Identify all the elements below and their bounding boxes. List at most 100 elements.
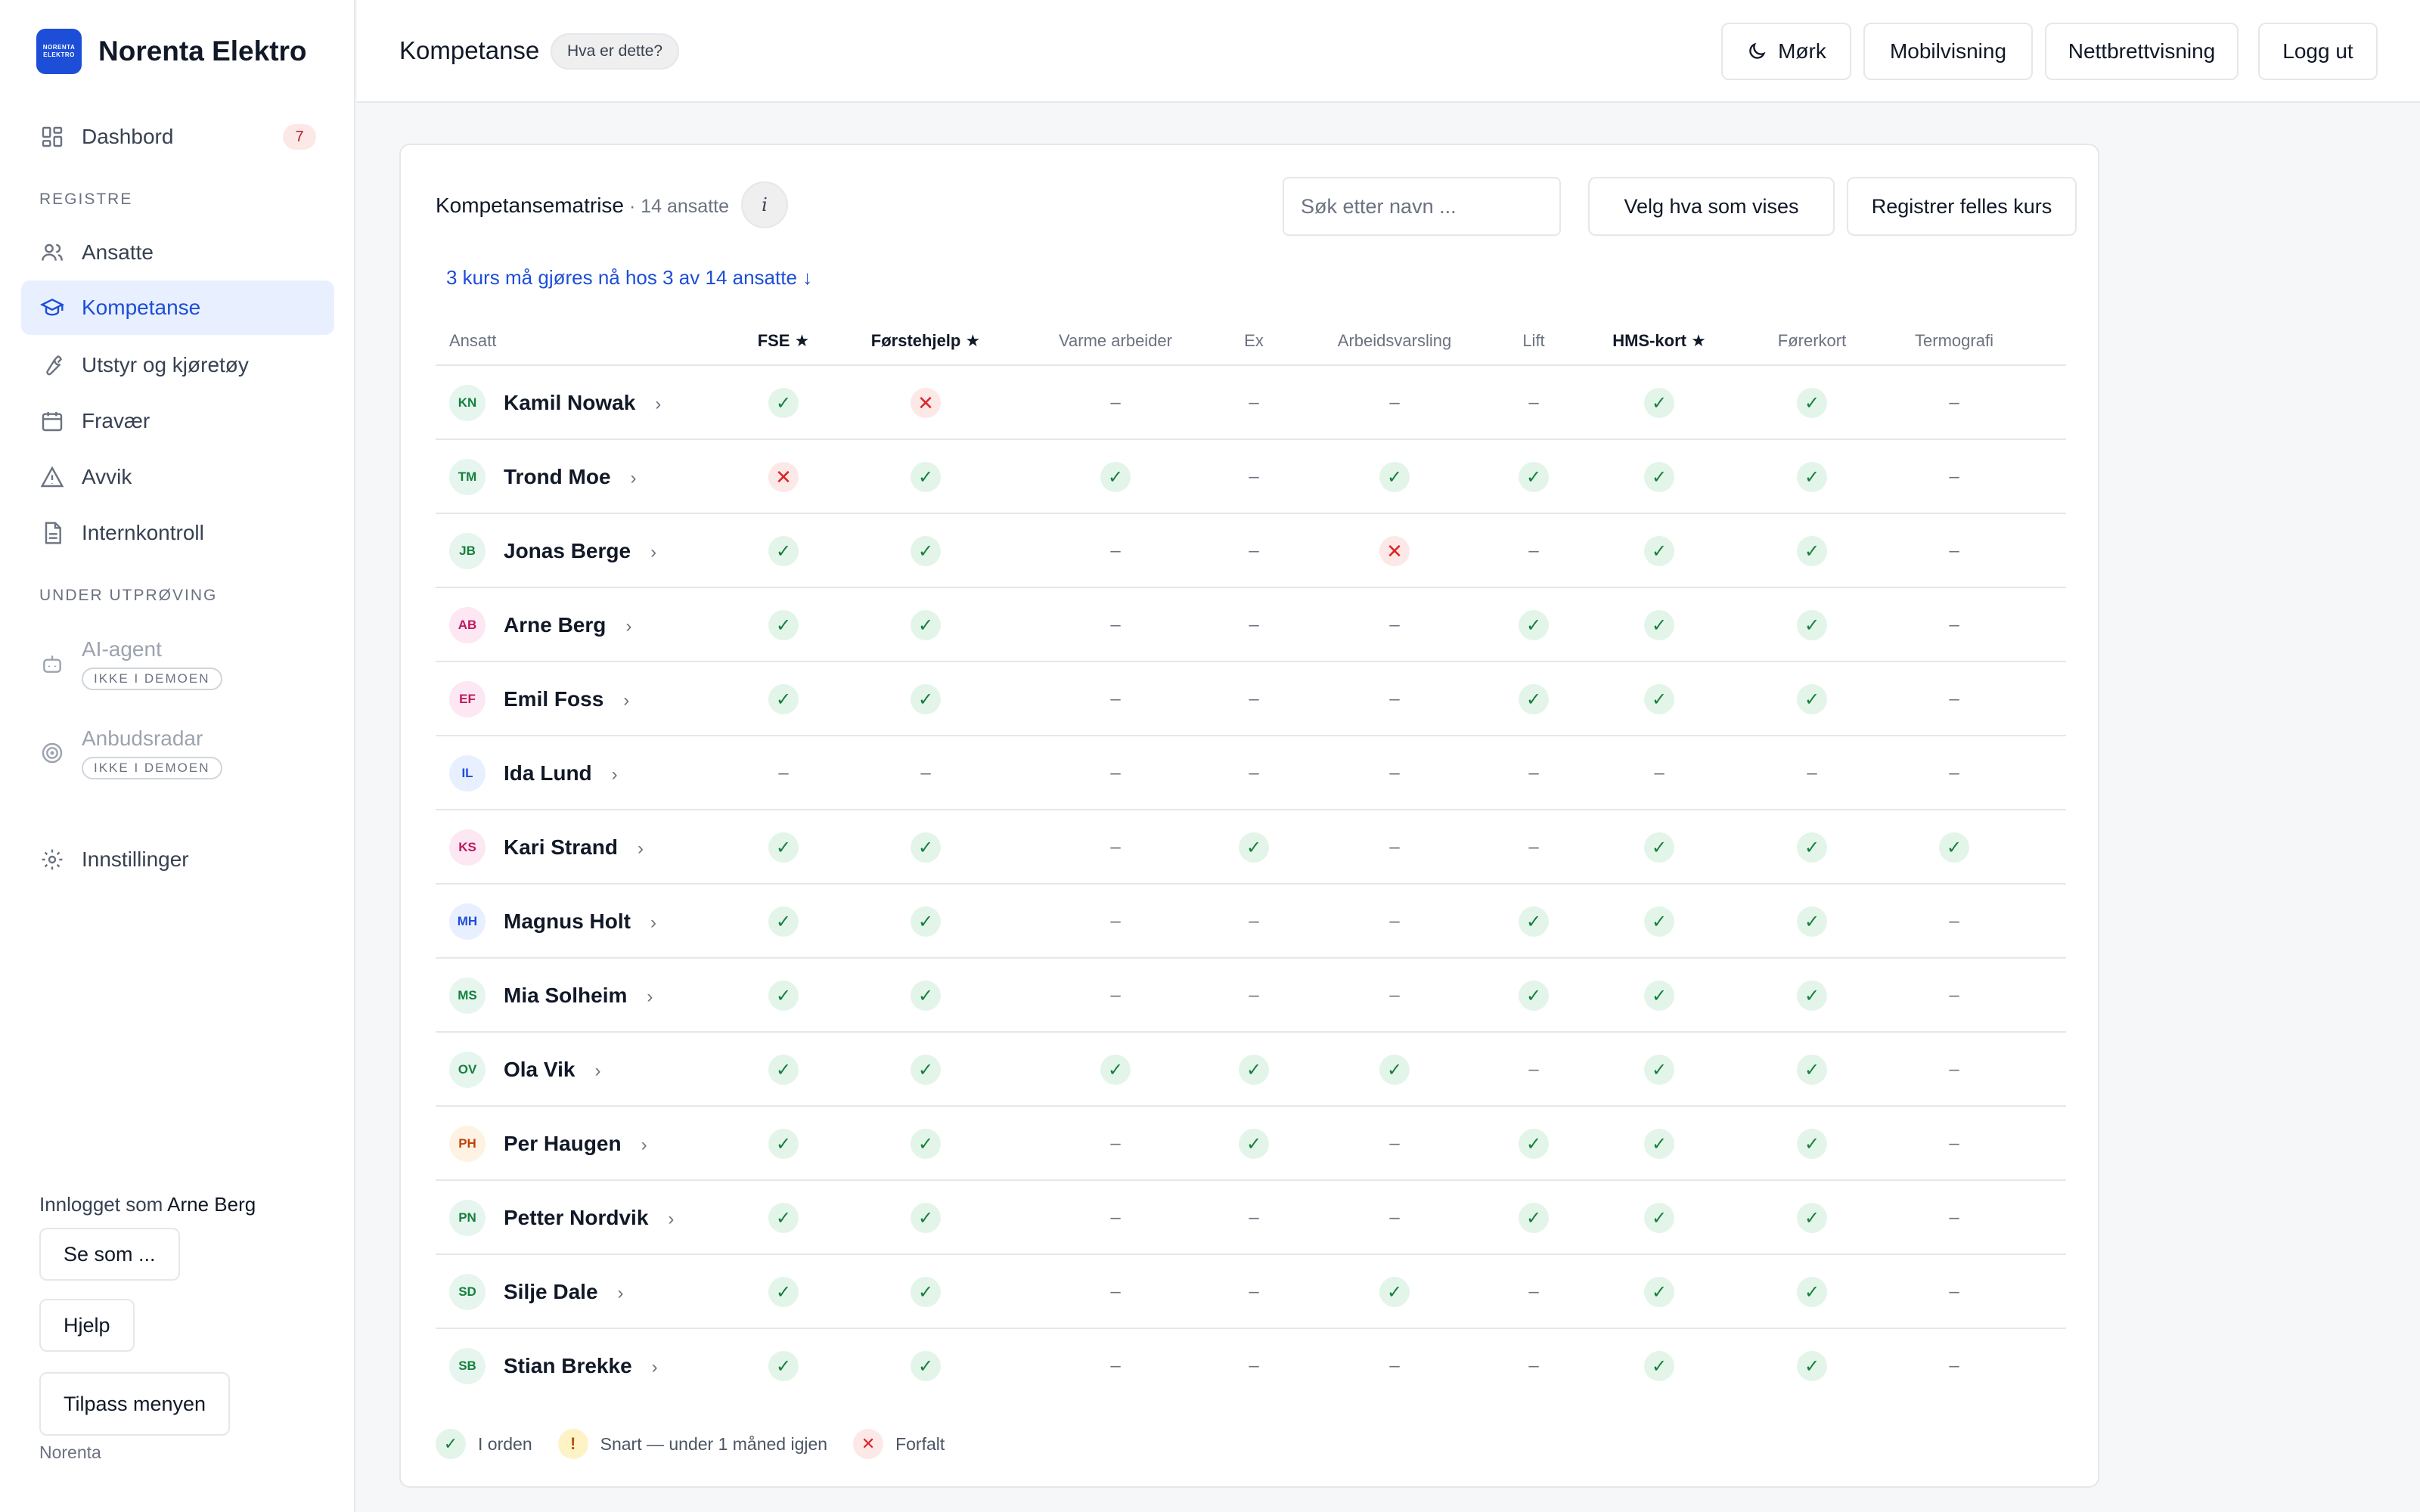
column-header-employee[interactable]: Ansatt	[449, 331, 496, 351]
check-icon[interactable]: ✓	[1644, 906, 1674, 937]
sidebar-item-settings[interactable]: Innstillinger	[21, 832, 334, 887]
sidebar-item-competence[interactable]: Kompetanse	[21, 280, 334, 335]
check-icon[interactable]: ✓	[911, 610, 941, 640]
sidebar-item-internal-control[interactable]: Internkontroll	[21, 506, 334, 560]
dash-icon[interactable]: –	[1100, 832, 1131, 863]
dash-icon[interactable]: –	[1379, 610, 1410, 640]
check-icon[interactable]: ✓	[911, 1351, 941, 1381]
dash-icon[interactable]: –	[1939, 906, 1969, 937]
dash-icon[interactable]: –	[1239, 1277, 1269, 1307]
dash-icon[interactable]: –	[1939, 1277, 1969, 1307]
check-icon[interactable]: ✓	[768, 906, 799, 937]
table-row[interactable]: SB Stian Brekke › ✓ ✓ – – – – ✓ ✓ –	[436, 1329, 2066, 1403]
dash-icon[interactable]: –	[1939, 1203, 1969, 1233]
dash-icon[interactable]: –	[1100, 1277, 1131, 1307]
check-icon[interactable]: ✓	[1644, 1277, 1674, 1307]
check-icon[interactable]: ✓	[768, 1129, 799, 1159]
table-row[interactable]: EF Emil Foss › ✓ ✓ – – – ✓ ✓ ✓ –	[436, 662, 2066, 736]
check-icon[interactable]: ✓	[768, 388, 799, 418]
dash-icon[interactable]: –	[1239, 758, 1269, 789]
dash-icon[interactable]: –	[1519, 1055, 1549, 1085]
check-icon[interactable]: ✓	[768, 1055, 799, 1085]
employee-name-link[interactable]: Ola Vik ›	[504, 1058, 600, 1082]
dash-icon[interactable]: –	[1239, 1203, 1269, 1233]
cross-icon[interactable]: ✕	[1379, 536, 1410, 566]
cross-icon[interactable]: ✕	[911, 388, 941, 418]
dash-icon[interactable]: –	[1379, 906, 1410, 937]
dash-icon[interactable]: –	[1239, 981, 1269, 1011]
info-button[interactable]: i	[741, 181, 788, 228]
check-icon[interactable]: ✓	[911, 981, 941, 1011]
dash-icon[interactable]: –	[1939, 610, 1969, 640]
dash-icon[interactable]: –	[1939, 758, 1969, 789]
check-icon[interactable]: ✓	[911, 906, 941, 937]
dash-icon[interactable]: –	[1100, 610, 1131, 640]
check-icon[interactable]: ✓	[768, 610, 799, 640]
check-icon[interactable]: ✓	[911, 1129, 941, 1159]
check-icon[interactable]: ✓	[1644, 610, 1674, 640]
check-icon[interactable]: ✓	[1519, 462, 1549, 492]
table-row[interactable]: PN Petter Nordvik › ✓ ✓ – – – ✓ ✓ ✓ –	[436, 1181, 2066, 1255]
sidebar-item-absence[interactable]: Fravær	[21, 394, 334, 448]
dash-icon[interactable]: –	[1939, 981, 1969, 1011]
dash-icon[interactable]: –	[1379, 1203, 1410, 1233]
sidebar-item-equipment[interactable]: Utstyr og kjøretøy	[21, 338, 334, 392]
search-input[interactable]	[1283, 177, 1561, 236]
check-icon[interactable]: ✓	[1379, 1055, 1410, 1085]
column-header[interactable]: Varme arbeider	[1059, 331, 1172, 351]
employee-name-link[interactable]: Jonas Berge ›	[504, 539, 656, 563]
check-icon[interactable]: ✓	[1797, 981, 1827, 1011]
check-icon[interactable]: ✓	[1797, 536, 1827, 566]
check-icon[interactable]: ✓	[1797, 1055, 1827, 1085]
choose-columns-button[interactable]: Velg hva som vises	[1588, 177, 1835, 236]
check-icon[interactable]: ✓	[1797, 610, 1827, 640]
dash-icon[interactable]: –	[1379, 388, 1410, 418]
table-row[interactable]: PH Per Haugen › ✓ ✓ – ✓ – ✓ ✓ ✓ –	[436, 1107, 2066, 1181]
dash-icon[interactable]: –	[1519, 758, 1549, 789]
table-row[interactable]: KN Kamil Nowak › ✓ ✕ – – – – ✓ ✓ –	[436, 366, 2066, 440]
check-icon[interactable]: ✓	[1239, 832, 1269, 863]
check-icon[interactable]: ✓	[911, 832, 941, 863]
check-icon[interactable]: ✓	[1644, 1203, 1674, 1233]
customize-menu-button[interactable]: Tilpass menyen	[39, 1372, 231, 1436]
check-icon[interactable]: ✓	[1797, 684, 1827, 714]
dash-icon[interactable]: –	[1519, 388, 1549, 418]
dash-icon[interactable]: –	[1379, 981, 1410, 1011]
dash-icon[interactable]: –	[1100, 1129, 1131, 1159]
check-icon[interactable]: ✓	[911, 536, 941, 566]
dash-icon[interactable]: –	[1519, 832, 1549, 863]
employee-name-link[interactable]: Emil Foss ›	[504, 687, 629, 711]
check-icon[interactable]: ✓	[1100, 462, 1131, 492]
check-icon[interactable]: ✓	[1644, 684, 1674, 714]
table-row[interactable]: KS Kari Strand › ✓ ✓ – ✓ – – ✓ ✓ ✓	[436, 810, 2066, 885]
check-icon[interactable]: ✓	[1797, 462, 1827, 492]
table-row[interactable]: SD Silje Dale › ✓ ✓ – – ✓ – ✓ ✓ –	[436, 1255, 2066, 1329]
table-row[interactable]: MH Magnus Holt › ✓ ✓ – – – ✓ ✓ ✓ –	[436, 885, 2066, 959]
check-icon[interactable]: ✓	[1644, 1129, 1674, 1159]
column-header[interactable]: Førstehjelp ★	[871, 331, 980, 351]
sidebar-item-deviations[interactable]: Avvik	[21, 450, 334, 504]
table-row[interactable]: MS Mia Solheim › ✓ ✓ – – – ✓ ✓ ✓ –	[436, 959, 2066, 1033]
employee-name-link[interactable]: Trond Moe ›	[504, 465, 637, 489]
due-courses-link[interactable]: 3 kurs må gjøres nå hos 3 av 14 ansatte …	[446, 266, 812, 290]
employee-name-link[interactable]: Petter Nordvik ›	[504, 1206, 674, 1230]
check-icon[interactable]: ✓	[1519, 981, 1549, 1011]
check-icon[interactable]: ✓	[768, 981, 799, 1011]
dash-icon[interactable]: –	[1644, 758, 1674, 789]
employee-name-link[interactable]: Magnus Holt ›	[504, 909, 656, 934]
column-header[interactable]: HMS-kort ★	[1612, 331, 1706, 351]
dash-icon[interactable]: –	[768, 758, 799, 789]
register-course-button[interactable]: Registrer felles kurs	[1847, 177, 2077, 236]
sidebar-item-employees[interactable]: Ansatte	[21, 225, 334, 280]
employee-name-link[interactable]: Silje Dale ›	[504, 1280, 624, 1304]
check-icon[interactable]: ✓	[1379, 1277, 1410, 1307]
help-button[interactable]: Hjelp	[39, 1299, 135, 1352]
table-row[interactable]: JB Jonas Berge › ✓ ✓ – – ✕ – ✓ ✓ –	[436, 514, 2066, 588]
dash-icon[interactable]: –	[1239, 610, 1269, 640]
dash-icon[interactable]: –	[1239, 536, 1269, 566]
dash-icon[interactable]: –	[1100, 906, 1131, 937]
cross-icon[interactable]: ✕	[768, 462, 799, 492]
column-header[interactable]: Førerkort	[1778, 331, 1846, 351]
check-icon[interactable]: ✓	[911, 462, 941, 492]
check-icon[interactable]: ✓	[1100, 1055, 1131, 1085]
